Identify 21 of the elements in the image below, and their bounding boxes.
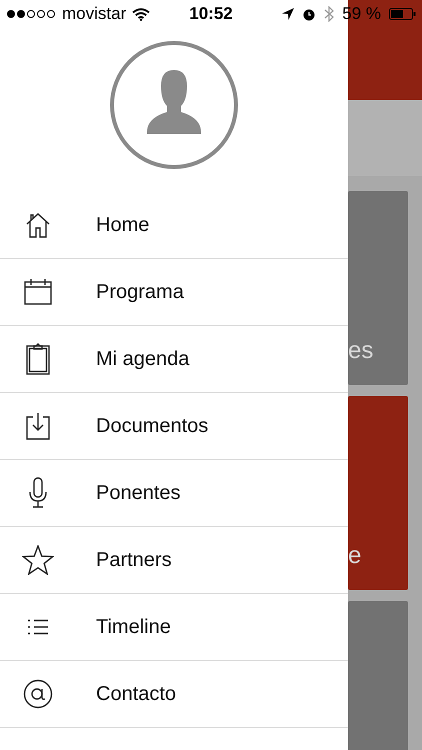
carrier-name: movistar bbox=[62, 4, 126, 24]
bluetooth-icon bbox=[324, 6, 334, 22]
home-icon bbox=[24, 211, 52, 239]
list-icon bbox=[27, 619, 49, 635]
alarm-clock-icon bbox=[302, 7, 316, 21]
clock-time: 10:52 bbox=[189, 4, 233, 24]
star-icon bbox=[22, 545, 54, 575]
card-title: es bbox=[348, 337, 374, 365]
microphone-icon bbox=[28, 477, 48, 509]
card[interactable] bbox=[348, 601, 408, 750]
battery-icon bbox=[389, 8, 416, 20]
card-title: e bbox=[348, 542, 362, 570]
calendar-icon bbox=[24, 278, 52, 306]
card[interactable]: e bbox=[348, 396, 408, 590]
download-icon bbox=[25, 412, 51, 440]
signal-icon bbox=[6, 9, 56, 19]
at-sign-icon bbox=[23, 679, 53, 709]
clipboard-icon bbox=[26, 343, 50, 375]
wifi-icon bbox=[132, 8, 150, 20]
location-arrow-icon bbox=[282, 8, 294, 20]
avatar-icon bbox=[109, 40, 239, 170]
